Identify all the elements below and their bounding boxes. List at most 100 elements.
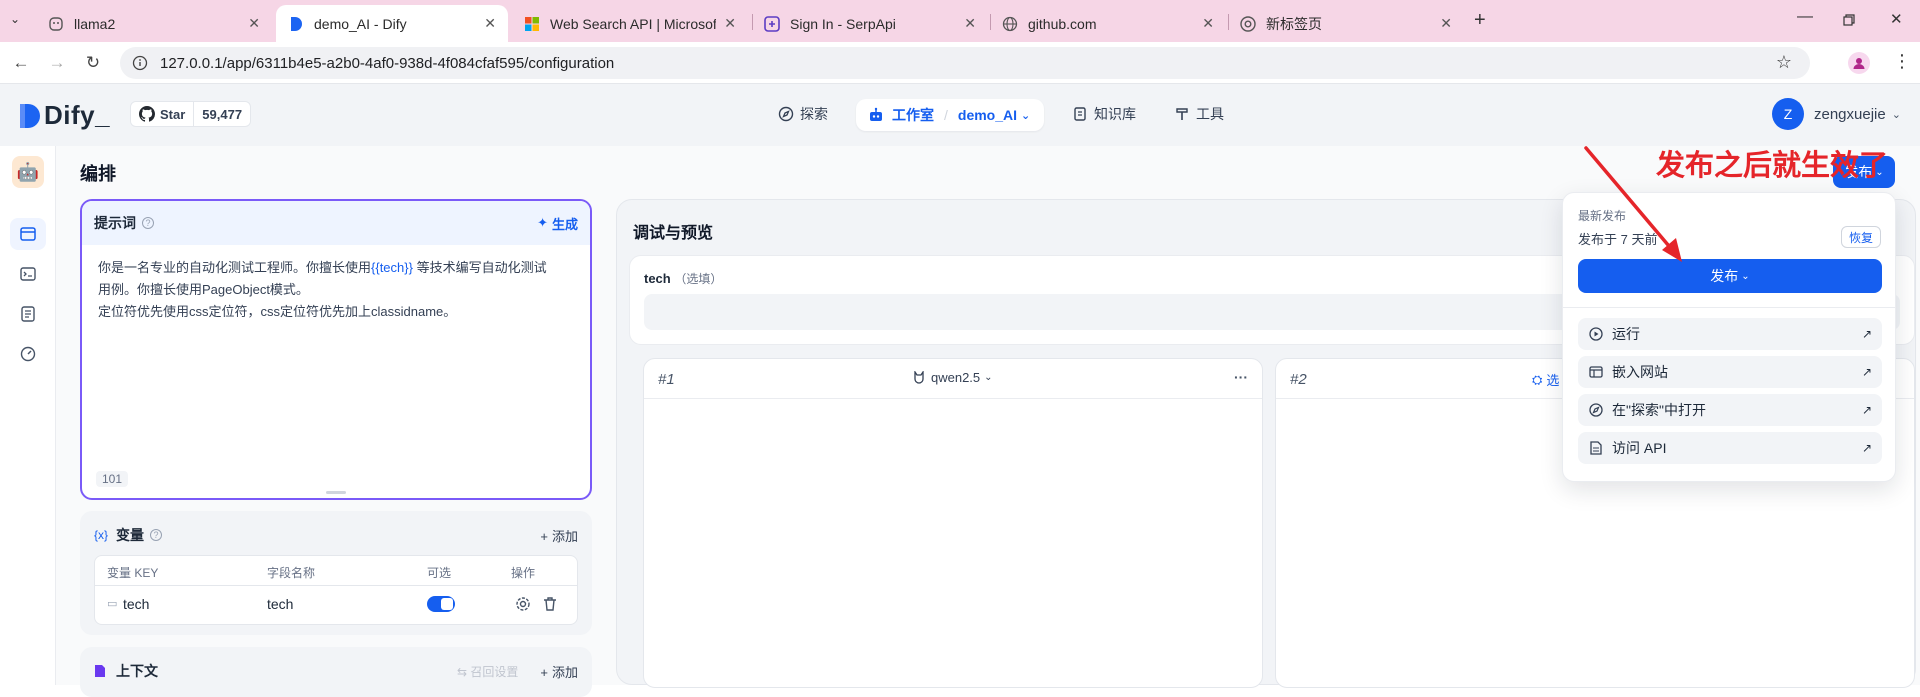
compass-icon xyxy=(778,106,794,122)
external-link-icon: ↗ xyxy=(1861,327,1872,341)
close-tab-icon[interactable]: ✕ xyxy=(1440,15,1452,32)
nav-tools[interactable]: 工具 xyxy=(1174,98,1224,130)
prompt-editor-card: 提示词 ? ✦ 生成 你是一名专业的自动化测试工程师。你擅长使用{{tech}}… xyxy=(80,199,592,500)
nav-studio[interactable]: 工作室 / demo_AI ⌄ xyxy=(856,99,1044,131)
nav-knowledge-label: 知识库 xyxy=(1094,106,1136,122)
close-tab-icon[interactable]: ✕ xyxy=(248,15,260,32)
resize-handle[interactable] xyxy=(326,491,346,494)
restore-window-icon[interactable] xyxy=(1843,13,1855,29)
context-card: 上下文 ⇆ 召回设置 + 添加 xyxy=(80,647,592,697)
minimize-icon[interactable]: — xyxy=(1797,8,1813,26)
browser-tab-active[interactable]: demo_AI - Dify ✕ xyxy=(276,5,508,42)
url-field[interactable]: 127.0.0.1/app/6311b4e5-a2b0-4af0-938d-4f… xyxy=(120,47,1810,79)
variables-header: {x} 变量 ? + 添加 xyxy=(94,525,578,545)
input-label-text: tech xyxy=(644,271,671,286)
table-row: ▭ tech tech xyxy=(95,586,577,624)
trash-icon[interactable] xyxy=(543,596,557,615)
monitoring-icon[interactable] xyxy=(10,338,46,370)
model-selector[interactable]: qwen2.5 ⌄ xyxy=(912,370,993,385)
external-link-icon: ↗ xyxy=(1861,365,1872,379)
browser-tab[interactable]: llama2 ✕ xyxy=(36,5,272,42)
reload-icon[interactable]: ↻ xyxy=(80,50,106,76)
model-index: #2 xyxy=(1290,371,1307,388)
close-tab-icon[interactable]: ✕ xyxy=(1202,15,1214,32)
variable-name: tech xyxy=(267,596,294,612)
browser-tab[interactable]: 新标签页 ✕ xyxy=(1228,5,1464,42)
chevron-down-icon: ⌄ xyxy=(1891,108,1901,121)
nav-tools-label: 工具 xyxy=(1196,106,1224,122)
forward-icon[interactable]: → xyxy=(44,50,70,76)
add-context-button[interactable]: + 添加 xyxy=(540,662,578,681)
column-header: 操作 xyxy=(511,566,536,580)
more-options-icon[interactable]: ··· xyxy=(1234,369,1248,385)
recall-label: 召回设置 xyxy=(470,664,519,679)
tab-title: Sign In - SerpApi xyxy=(790,15,896,32)
menu-item-open-in-explore[interactable]: 在"探索"中打开 ↗ xyxy=(1578,394,1882,426)
prompt-textarea[interactable]: 你是一名专业的自动化测试工程师。你擅长使用{{tech}} 等技术编写自动化测试… xyxy=(98,257,576,323)
dify-logo[interactable]: Dify_ xyxy=(18,100,110,131)
profile-icon[interactable] xyxy=(1848,52,1870,74)
user-name: zengxuejie xyxy=(1814,105,1886,123)
close-window-icon[interactable]: ✕ xyxy=(1890,10,1903,28)
sparkle-icon: ✦ xyxy=(537,215,548,230)
star-count: 59,477 xyxy=(193,102,251,126)
variables-title: 变量 xyxy=(116,527,145,543)
optional-toggle[interactable] xyxy=(427,596,455,612)
back-icon[interactable]: ← xyxy=(8,50,34,76)
prompt-header: 提示词 ? ✦ 生成 xyxy=(82,201,590,245)
app-name[interactable]: demo_AI xyxy=(958,107,1017,123)
site-info-icon[interactable] xyxy=(132,55,148,75)
restore-button[interactable]: 恢复 xyxy=(1841,226,1881,248)
char-count-badge: 101 xyxy=(96,471,129,487)
browser-menu-icon[interactable]: ⋮ xyxy=(1893,51,1911,72)
app-avatar-icon: 🤖 xyxy=(12,156,44,188)
user-menu[interactable]: Z zengxuejie ⌄ xyxy=(1772,98,1901,130)
bookmark-star-icon[interactable]: ☆ xyxy=(1776,52,1792,73)
select-label: 选 xyxy=(1546,373,1560,388)
input-label: tech （选填） xyxy=(644,270,722,287)
github-star-widget[interactable]: Star 59,477 xyxy=(130,101,252,127)
cube-icon: ⛭ xyxy=(1532,371,1543,387)
star-label: Star xyxy=(160,106,186,122)
generate-label: 生成 xyxy=(551,216,578,232)
menu-item-run[interactable]: 运行 ↗ xyxy=(1578,318,1882,350)
column-header: 变量 KEY xyxy=(107,566,159,580)
tab-title: llama2 xyxy=(74,15,116,32)
nav-knowledge[interactable]: 知识库 xyxy=(1072,98,1136,130)
chevron-down-icon: ⌄ xyxy=(1741,270,1750,282)
menu-item-access-api[interactable]: 访问 API ↗ xyxy=(1578,432,1882,464)
variable-type-icon: ▭ xyxy=(107,598,118,610)
add-variable-button[interactable]: + 添加 xyxy=(540,526,578,545)
logs-icon[interactable] xyxy=(10,298,46,330)
globe-icon xyxy=(1002,16,1018,32)
browser-tab[interactable]: Web Search API | Microsoft B ✕ xyxy=(512,5,748,42)
model-name: qwen2.5 xyxy=(931,370,981,385)
generate-button[interactable]: ✦ 生成 xyxy=(537,214,578,233)
browser-tab[interactable]: github.com ✕ xyxy=(990,5,1226,42)
tab-list-dropdown-icon[interactable]: ⌄ xyxy=(10,12,20,26)
serpapi-icon xyxy=(764,15,780,32)
new-tab-icon[interactable]: + xyxy=(1474,9,1486,32)
tab-title: Web Search API | Microsoft B xyxy=(550,15,717,32)
api-terminal-icon[interactable] xyxy=(10,258,46,290)
select-model-button[interactable]: ⛭ 选 xyxy=(1532,370,1559,389)
menu-item-embed[interactable]: 嵌入网站 ↗ xyxy=(1578,356,1882,388)
close-tab-icon[interactable]: ✕ xyxy=(724,15,736,32)
browser-tab[interactable]: Sign In - SerpApi ✕ xyxy=(752,5,988,42)
model-column-1: #1 qwen2.5 ⌄ ··· xyxy=(643,358,1263,688)
orchestrate-icon[interactable] xyxy=(10,218,46,250)
document-icon xyxy=(95,665,105,677)
breadcrumb-separator: / xyxy=(944,107,948,123)
app-header: Dify_ Star 59,477 探索 工作室 / demo_AI ⌄ 知识库… xyxy=(0,84,1920,146)
dify-favicon-icon xyxy=(288,16,304,32)
close-tab-icon[interactable]: ✕ xyxy=(484,15,496,32)
external-link-icon: ↗ xyxy=(1861,441,1872,455)
help-icon[interactable]: ? xyxy=(150,529,163,541)
nav-explore[interactable]: 探索 xyxy=(778,98,828,130)
settings-icon[interactable] xyxy=(515,596,531,615)
file-icon xyxy=(1588,440,1604,456)
prompt-text: 定位符优先使用css定位符，css定位符优先加上classidname。 xyxy=(98,304,457,319)
close-tab-icon[interactable]: ✕ xyxy=(964,15,976,32)
help-icon[interactable]: ? xyxy=(142,217,154,229)
chevron-down-icon[interactable]: ⌄ xyxy=(1021,109,1030,122)
